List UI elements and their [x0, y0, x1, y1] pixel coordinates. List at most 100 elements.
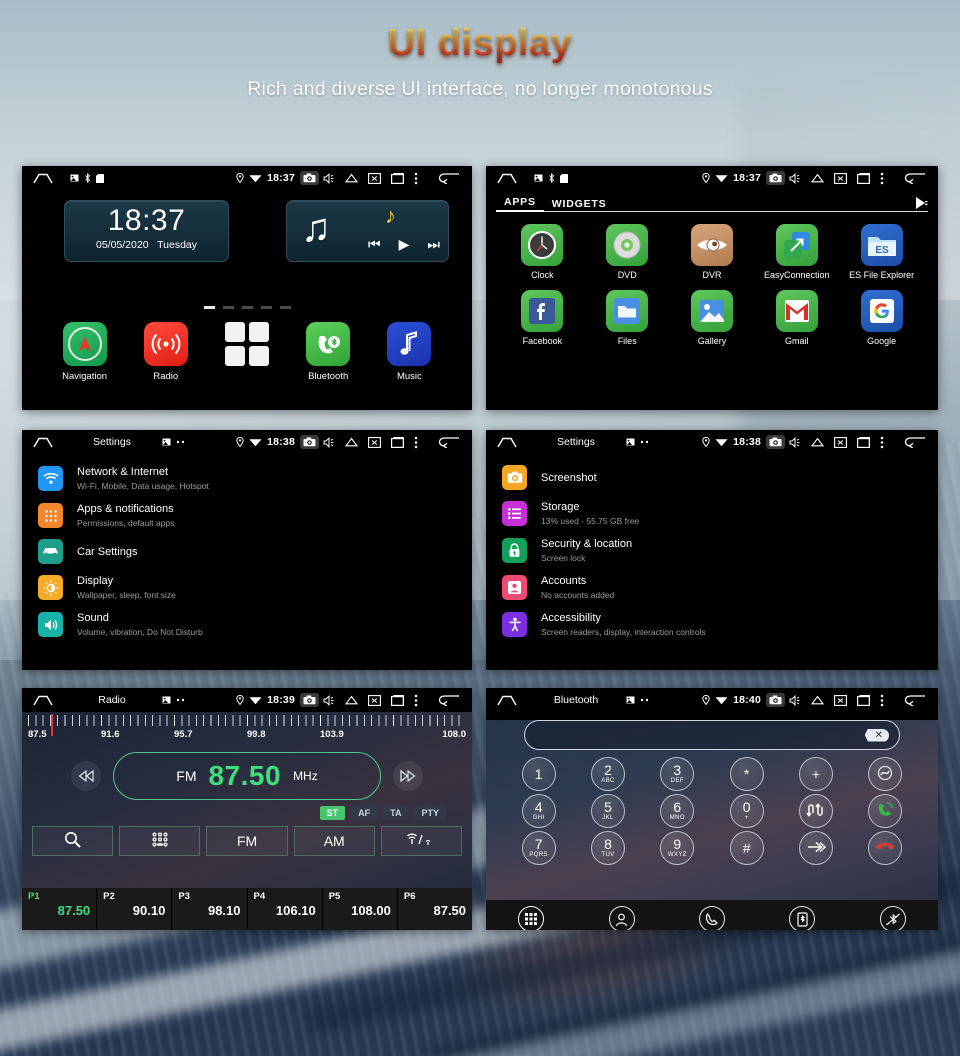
home-icon[interactable] — [22, 695, 64, 706]
overflow-menu-icon[interactable] — [880, 172, 884, 185]
dock-item-bluetooth[interactable]: Bluetooth — [295, 322, 361, 382]
preset-button-p4[interactable]: P4 106.10 — [247, 888, 323, 930]
volume-icon[interactable] — [323, 172, 335, 184]
overflow-menu-icon[interactable] — [414, 172, 418, 185]
keypad-icon[interactable] — [518, 906, 545, 930]
phone-bluetooth-icon[interactable] — [789, 906, 816, 930]
phone-number-input[interactable]: ✕ — [524, 720, 900, 750]
dial-key-9[interactable]: 9 WXYZ — [660, 831, 695, 865]
search-button[interactable] — [32, 826, 114, 856]
screenshot-icon[interactable] — [834, 172, 847, 184]
back-arrow-icon[interactable] — [892, 436, 938, 448]
settings-row-accessibility[interactable]: Accessibility Screen readers, display, i… — [486, 606, 938, 643]
rds-st-button[interactable]: ST — [319, 806, 346, 820]
dial-key-plus[interactable]: + — [798, 757, 833, 791]
settings-row-sound[interactable]: Sound Volume, vibration, Do Not Disturb — [22, 606, 472, 643]
page-dot[interactable] — [279, 306, 291, 309]
recents-icon[interactable] — [391, 694, 404, 706]
dock-item-radio[interactable]: Radio — [133, 322, 199, 382]
home-icon[interactable] — [486, 173, 528, 184]
camera-icon[interactable] — [300, 693, 319, 707]
dock-item-music[interactable]: Music — [376, 322, 442, 382]
dial-key-5[interactable]: 5 JKL — [590, 794, 625, 828]
overflow-menu-icon[interactable] — [414, 436, 418, 449]
eject-icon[interactable] — [811, 695, 824, 705]
answer-call-button[interactable] — [868, 794, 903, 828]
eject-icon[interactable] — [345, 173, 358, 183]
dock-item-all-apps[interactable] — [214, 322, 280, 382]
camera-icon[interactable] — [300, 435, 319, 449]
home-icon[interactable] — [22, 173, 64, 184]
dial-key-star[interactable]: * — [729, 757, 764, 791]
overflow-menu-icon[interactable] — [414, 694, 418, 707]
music-widget[interactable]: ♫ ♪ ⏮ ▶ ⏭ — [286, 200, 449, 262]
screenshot-icon[interactable] — [368, 694, 381, 706]
settings-row-display[interactable]: Display Wallpaper, sleep, font size — [22, 569, 472, 606]
settings-row-security-location[interactable]: Security & location Screen lock — [486, 532, 938, 569]
settings-row-network-internet[interactable]: Network & Internet Wi-Fi, Mobile, Data u… — [22, 460, 472, 497]
camera-icon[interactable] — [766, 171, 785, 185]
seek-backward-icon[interactable] — [71, 761, 101, 791]
settings-row-screenshot[interactable]: Screenshot — [486, 460, 938, 495]
eject-icon[interactable] — [345, 695, 358, 705]
page-dot[interactable] — [260, 306, 272, 309]
previous-button[interactable]: ⏮ — [368, 236, 381, 253]
preset-button-p6[interactable]: P6 87.50 — [397, 888, 472, 930]
camera-icon[interactable] — [300, 171, 319, 185]
page-dot[interactable] — [203, 306, 215, 309]
preset-button-p1[interactable]: P1 87.50 — [22, 888, 98, 930]
screenshot-icon[interactable] — [368, 436, 381, 448]
seek-forward-icon[interactable] — [393, 761, 423, 791]
volume-icon[interactable] — [789, 172, 801, 184]
app-item-files[interactable]: Files — [585, 290, 670, 346]
recents-icon[interactable] — [391, 436, 404, 448]
rds-pty-button[interactable]: PTY — [414, 806, 446, 820]
dock-item-navigation[interactable]: Navigation — [52, 322, 118, 382]
local-dx-button[interactable] — [380, 826, 463, 856]
dial-key-8[interactable]: 8 TUV — [590, 831, 625, 865]
page-dot[interactable] — [222, 306, 234, 309]
transfer-call-button[interactable] — [798, 794, 833, 828]
eject-icon[interactable] — [345, 437, 358, 447]
eject-icon[interactable] — [811, 437, 824, 447]
rds-ta-button[interactable]: TA — [383, 806, 409, 820]
radio-tuner-scale[interactable]: 87.5 91.6 95.7 99.8 103.9 108.0 — [22, 712, 472, 748]
settings-row-car-settings[interactable]: Car Settings — [22, 534, 472, 569]
volume-icon[interactable] — [789, 436, 801, 448]
dial-key-1[interactable]: 1 — [521, 757, 556, 791]
dial-key-3[interactable]: 3 DEF — [660, 757, 695, 791]
dial-key-0[interactable]: 0 + — [729, 794, 764, 828]
preset-button-p3[interactable]: P3 98.10 — [172, 888, 248, 930]
tab-apps[interactable]: APPS — [496, 196, 544, 212]
preset-button-p2[interactable]: P2 90.10 — [97, 888, 173, 930]
camera-icon[interactable] — [766, 435, 785, 449]
preset-list-button[interactable] — [119, 826, 201, 856]
page-dot[interactable] — [241, 306, 253, 309]
app-item-gallery[interactable]: Gallery — [670, 290, 755, 346]
next-button[interactable]: ⏭ — [427, 236, 440, 253]
radio-frequency-display[interactable]: FM 87.50 MHz — [113, 752, 381, 800]
band-am-button[interactable]: AM — [293, 826, 375, 856]
volume-icon[interactable] — [323, 436, 335, 448]
screenshot-icon[interactable] — [834, 694, 847, 706]
volume-icon[interactable] — [789, 694, 801, 706]
app-item-dvd[interactable]: DVD — [585, 224, 670, 280]
dial-key-6[interactable]: 6 MNO — [660, 794, 695, 828]
play-button[interactable]: ▶ — [399, 236, 410, 253]
dial-key-4[interactable]: 4 GHI — [521, 794, 556, 828]
settings-row-storage[interactable]: Storage 13% used - 55.75 GB free — [486, 495, 938, 532]
volume-icon[interactable] — [323, 694, 335, 706]
dial-key-2[interactable]: 2 ABC — [590, 757, 625, 791]
contacts-icon[interactable] — [608, 906, 635, 930]
preset-button-p5[interactable]: P5 108.00 — [322, 888, 398, 930]
back-arrow-icon[interactable] — [426, 436, 472, 448]
settings-row-accounts[interactable]: Accounts No accounts added — [486, 569, 938, 606]
eject-icon[interactable] — [811, 173, 824, 183]
app-item-es-file-explorer[interactable]: ES ES File Explorer — [839, 224, 924, 280]
back-arrow-icon[interactable] — [892, 172, 938, 184]
back-arrow-icon[interactable] — [426, 694, 472, 706]
app-item-facebook[interactable]: Facebook — [500, 290, 585, 346]
app-item-google[interactable]: Google — [839, 290, 924, 346]
band-fm-button[interactable]: FM — [206, 826, 288, 856]
dial-key-7[interactable]: 7 PQRS — [521, 831, 556, 865]
